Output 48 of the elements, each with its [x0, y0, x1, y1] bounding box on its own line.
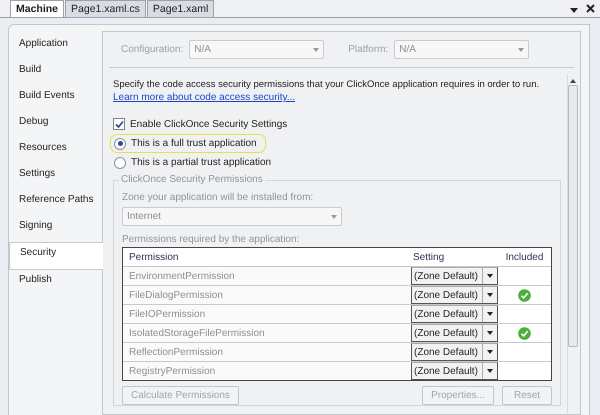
caret-icon	[518, 48, 524, 52]
column-header: Included	[504, 252, 544, 262]
radio-label: This is a full trust application	[131, 138, 257, 149]
sidebar-item[interactable]: Application	[9, 34, 102, 60]
radio-button[interactable]	[114, 138, 126, 150]
dropdown-icon[interactable]	[570, 8, 578, 13]
radio-label: This is a partial trust application	[131, 157, 272, 168]
checkbox[interactable]	[113, 118, 125, 130]
sidebar-item[interactable]: Security	[9, 242, 103, 270]
table-cell: ReflectionPermission	[123, 343, 411, 361]
table-cell: IsolatedStorageFilePermission	[123, 324, 411, 342]
sidebar-item[interactable]: Build Events	[9, 86, 102, 112]
caret-icon	[487, 293, 493, 297]
caret-icon	[331, 214, 337, 218]
scrollbar[interactable]	[567, 74, 578, 414]
permissions-label: Permissions required by the application:	[122, 234, 300, 245]
sidebar-item[interactable]: Publish	[9, 270, 102, 296]
checkbox-label: Enable ClickOnce Security Settings	[130, 118, 288, 130]
description-text: Specify the code access security permissions that your ClickOnce application requires in order to run.	[113, 78, 540, 91]
document-tab[interactable]: Page1.xaml.cs	[65, 0, 146, 17]
caret-icon	[487, 274, 493, 278]
caret-icon	[487, 350, 493, 354]
learn-more-link[interactable]: Learn more about code access security...	[113, 91, 296, 104]
table-cell: EnvironmentPermission	[123, 267, 411, 285]
platform-label: Platform:	[348, 44, 388, 55]
scroll-up-icon[interactable]	[570, 79, 576, 83]
column-header: Setting	[412, 252, 446, 262]
sidebar-item[interactable]: Signing	[9, 216, 102, 242]
zone-label: Zone your application will be installed from:	[122, 192, 314, 203]
table-cell: FileDialogPermission	[123, 286, 411, 304]
table-cell: RegistryPermission	[123, 362, 411, 380]
column-header: Permission	[128, 252, 180, 262]
document-tab[interactable]: Machine	[10, 0, 64, 17]
radio-button[interactable]	[114, 156, 126, 168]
caret-icon	[487, 369, 493, 373]
configuration-label: Configuration:	[121, 44, 184, 55]
table-cell: FileIOPermission	[123, 305, 411, 323]
sidebar-item[interactable]: Settings	[9, 164, 102, 190]
sidebar-item[interactable]: Reference Paths	[9, 190, 102, 216]
caret-icon	[487, 312, 493, 316]
close-icon[interactable]	[586, 4, 595, 13]
document-tab[interactable]: Page1.xaml	[146, 0, 214, 17]
caret-icon	[487, 331, 493, 335]
sidebar-item[interactable]: Debug	[9, 112, 102, 138]
group-title: ClickOnce Security Permissions	[119, 174, 265, 185]
caret-icon	[313, 48, 320, 52]
sidebar-item[interactable]: Resources	[9, 138, 102, 164]
sidebar-item[interactable]: Build	[9, 60, 102, 86]
